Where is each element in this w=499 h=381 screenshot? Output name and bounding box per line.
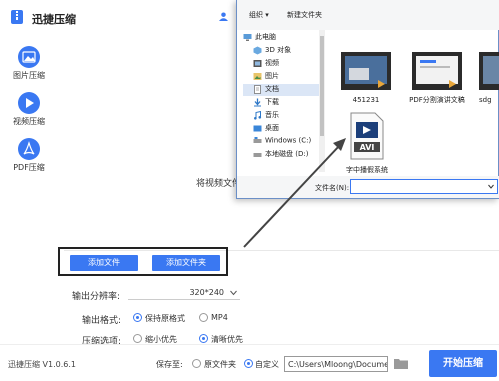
sidebar-item-video-compress[interactable]: 视频压缩 (4, 92, 54, 127)
nav-item-videos[interactable]: 视频 (253, 58, 279, 70)
start-compress-button[interactable]: 开始压缩 (429, 350, 497, 377)
sidebar-item-label: 图片压缩 (13, 71, 45, 80)
chevron-down-icon (230, 290, 237, 296)
compress-radio-clarity-first[interactable] (199, 334, 208, 343)
download-icon (254, 98, 261, 106)
filename-label: 文件名(N): (315, 184, 350, 192)
pdf-icon (18, 138, 40, 160)
drive-icon (253, 137, 262, 143)
save-radio-custom[interactable] (244, 359, 253, 368)
filename-input[interactable] (350, 179, 498, 194)
resolution-select[interactable]: 320*240 (128, 286, 240, 300)
footer-bar: 迅捷压缩 V1.0.6.1 保存至: 原文件夹 自定义 开始压缩 (0, 344, 499, 381)
format-option-mp4: MP4 (211, 313, 228, 322)
app-window: 迅捷压缩 图片压缩 视频压缩 PDF压缩 将视频文 添加文件 添加文件夹 输出分… (0, 0, 499, 381)
sidebar-item-image-compress[interactable]: 图片压缩 (4, 46, 54, 81)
app-logo-icon (11, 10, 23, 24)
sidebar-item-label: PDF压缩 (13, 163, 45, 172)
resolution-label: 输出分辨率: (72, 292, 121, 302)
video-thumbnail-icon (412, 52, 462, 90)
save-to-label: 保存至: (156, 360, 183, 369)
file-item-sdg[interactable]: sdg (479, 52, 499, 105)
video-play-icon (18, 92, 40, 114)
drop-hint-text: 将视频文件 (196, 179, 236, 189)
picture-folder-icon (253, 72, 262, 80)
format-label: 输出格式: (82, 316, 122, 326)
nav-item-music[interactable]: 音乐 (253, 110, 279, 122)
save-option-custom: 自定义 (255, 360, 279, 369)
compress-radio-size-first[interactable] (133, 334, 142, 343)
save-path-input[interactable] (284, 356, 388, 372)
file-name: PDF分割演讲文稿 (409, 96, 465, 104)
video-thumbnail-icon (341, 52, 391, 90)
user-icon[interactable] (219, 12, 228, 21)
chevron-down-icon[interactable] (488, 184, 494, 189)
video-folder-icon (253, 59, 262, 67)
cube-icon (253, 46, 262, 54)
music-icon (254, 110, 262, 120)
nav-item-documents[interactable]: 文档 (243, 84, 321, 96)
filename-row: 文件名(N): (237, 176, 499, 198)
desktop-icon (253, 125, 262, 131)
file-item-avi[interactable]: AVI 字中播假系统 (341, 112, 393, 175)
version-text: 迅捷压缩 V1.0.6.1 (8, 360, 77, 369)
nav-item-this-pc[interactable]: 此电脑 (243, 32, 276, 44)
add-folder-button[interactable]: 添加文件夹 (152, 255, 220, 271)
sidebar: 图片压缩 视频压缩 PDF压缩 (0, 34, 58, 344)
file-name: 451231 (352, 96, 380, 104)
add-file-button[interactable]: 添加文件 (70, 255, 138, 271)
file-name: sdg (479, 96, 492, 104)
format-option-keep-original: 保持原格式 (145, 314, 185, 323)
file-open-dialog: 组织 ▾ 新建文件夹 此电脑 3D 对象 视频 图片 文档 下载 音乐 桌面 W… (236, 0, 499, 199)
new-folder-button[interactable]: 新建文件夹 (287, 10, 322, 20)
nav-item-3d-objects[interactable]: 3D 对象 (253, 45, 291, 57)
document-folder-icon (254, 84, 261, 94)
file-name: 字中播假系统 (346, 166, 388, 174)
video-thumbnail-icon (479, 52, 499, 90)
folder-icon[interactable] (394, 357, 408, 369)
nav-item-pictures[interactable]: 图片 (253, 71, 279, 83)
sidebar-item-label: 视频压缩 (13, 117, 45, 126)
nav-item-drive-d[interactable]: 本地磁盘 (D:) (253, 149, 308, 161)
dialog-toolbar: 组织 ▾ 新建文件夹 (237, 0, 499, 30)
avi-badge: AVI (360, 143, 375, 152)
save-radio-original-folder[interactable] (192, 359, 201, 368)
avi-file-icon: AVI (350, 112, 384, 160)
drive-icon (253, 152, 262, 157)
format-radio-keep-original[interactable] (133, 313, 142, 322)
nav-item-downloads[interactable]: 下载 (253, 97, 279, 109)
navigation-pane: 此电脑 3D 对象 视频 图片 文档 下载 音乐 桌面 Windows (C:)… (239, 30, 325, 172)
file-item-451231[interactable]: 451231 (337, 52, 395, 105)
nav-item-desktop[interactable]: 桌面 (253, 123, 279, 135)
file-item-pdf-split[interactable]: PDF分割演讲文稿 (407, 52, 467, 105)
organize-menu[interactable]: 组织 ▾ (249, 10, 269, 20)
save-option-original-folder: 原文件夹 (204, 360, 236, 369)
nav-item-drive-c[interactable]: Windows (C:) (253, 136, 311, 148)
format-radio-mp4[interactable] (199, 313, 208, 322)
file-list: 451231 PDF分割演讲文稿 sdg AVI 字中播假系统 (331, 40, 499, 176)
sidebar-item-pdf-compress[interactable]: PDF压缩 (4, 138, 54, 173)
app-title: 迅捷压缩 (32, 13, 76, 26)
nav-scrollbar-thumb[interactable] (320, 36, 324, 136)
computer-icon (243, 33, 252, 41)
resolution-value: 320*240 (189, 288, 224, 297)
image-icon (18, 46, 40, 68)
